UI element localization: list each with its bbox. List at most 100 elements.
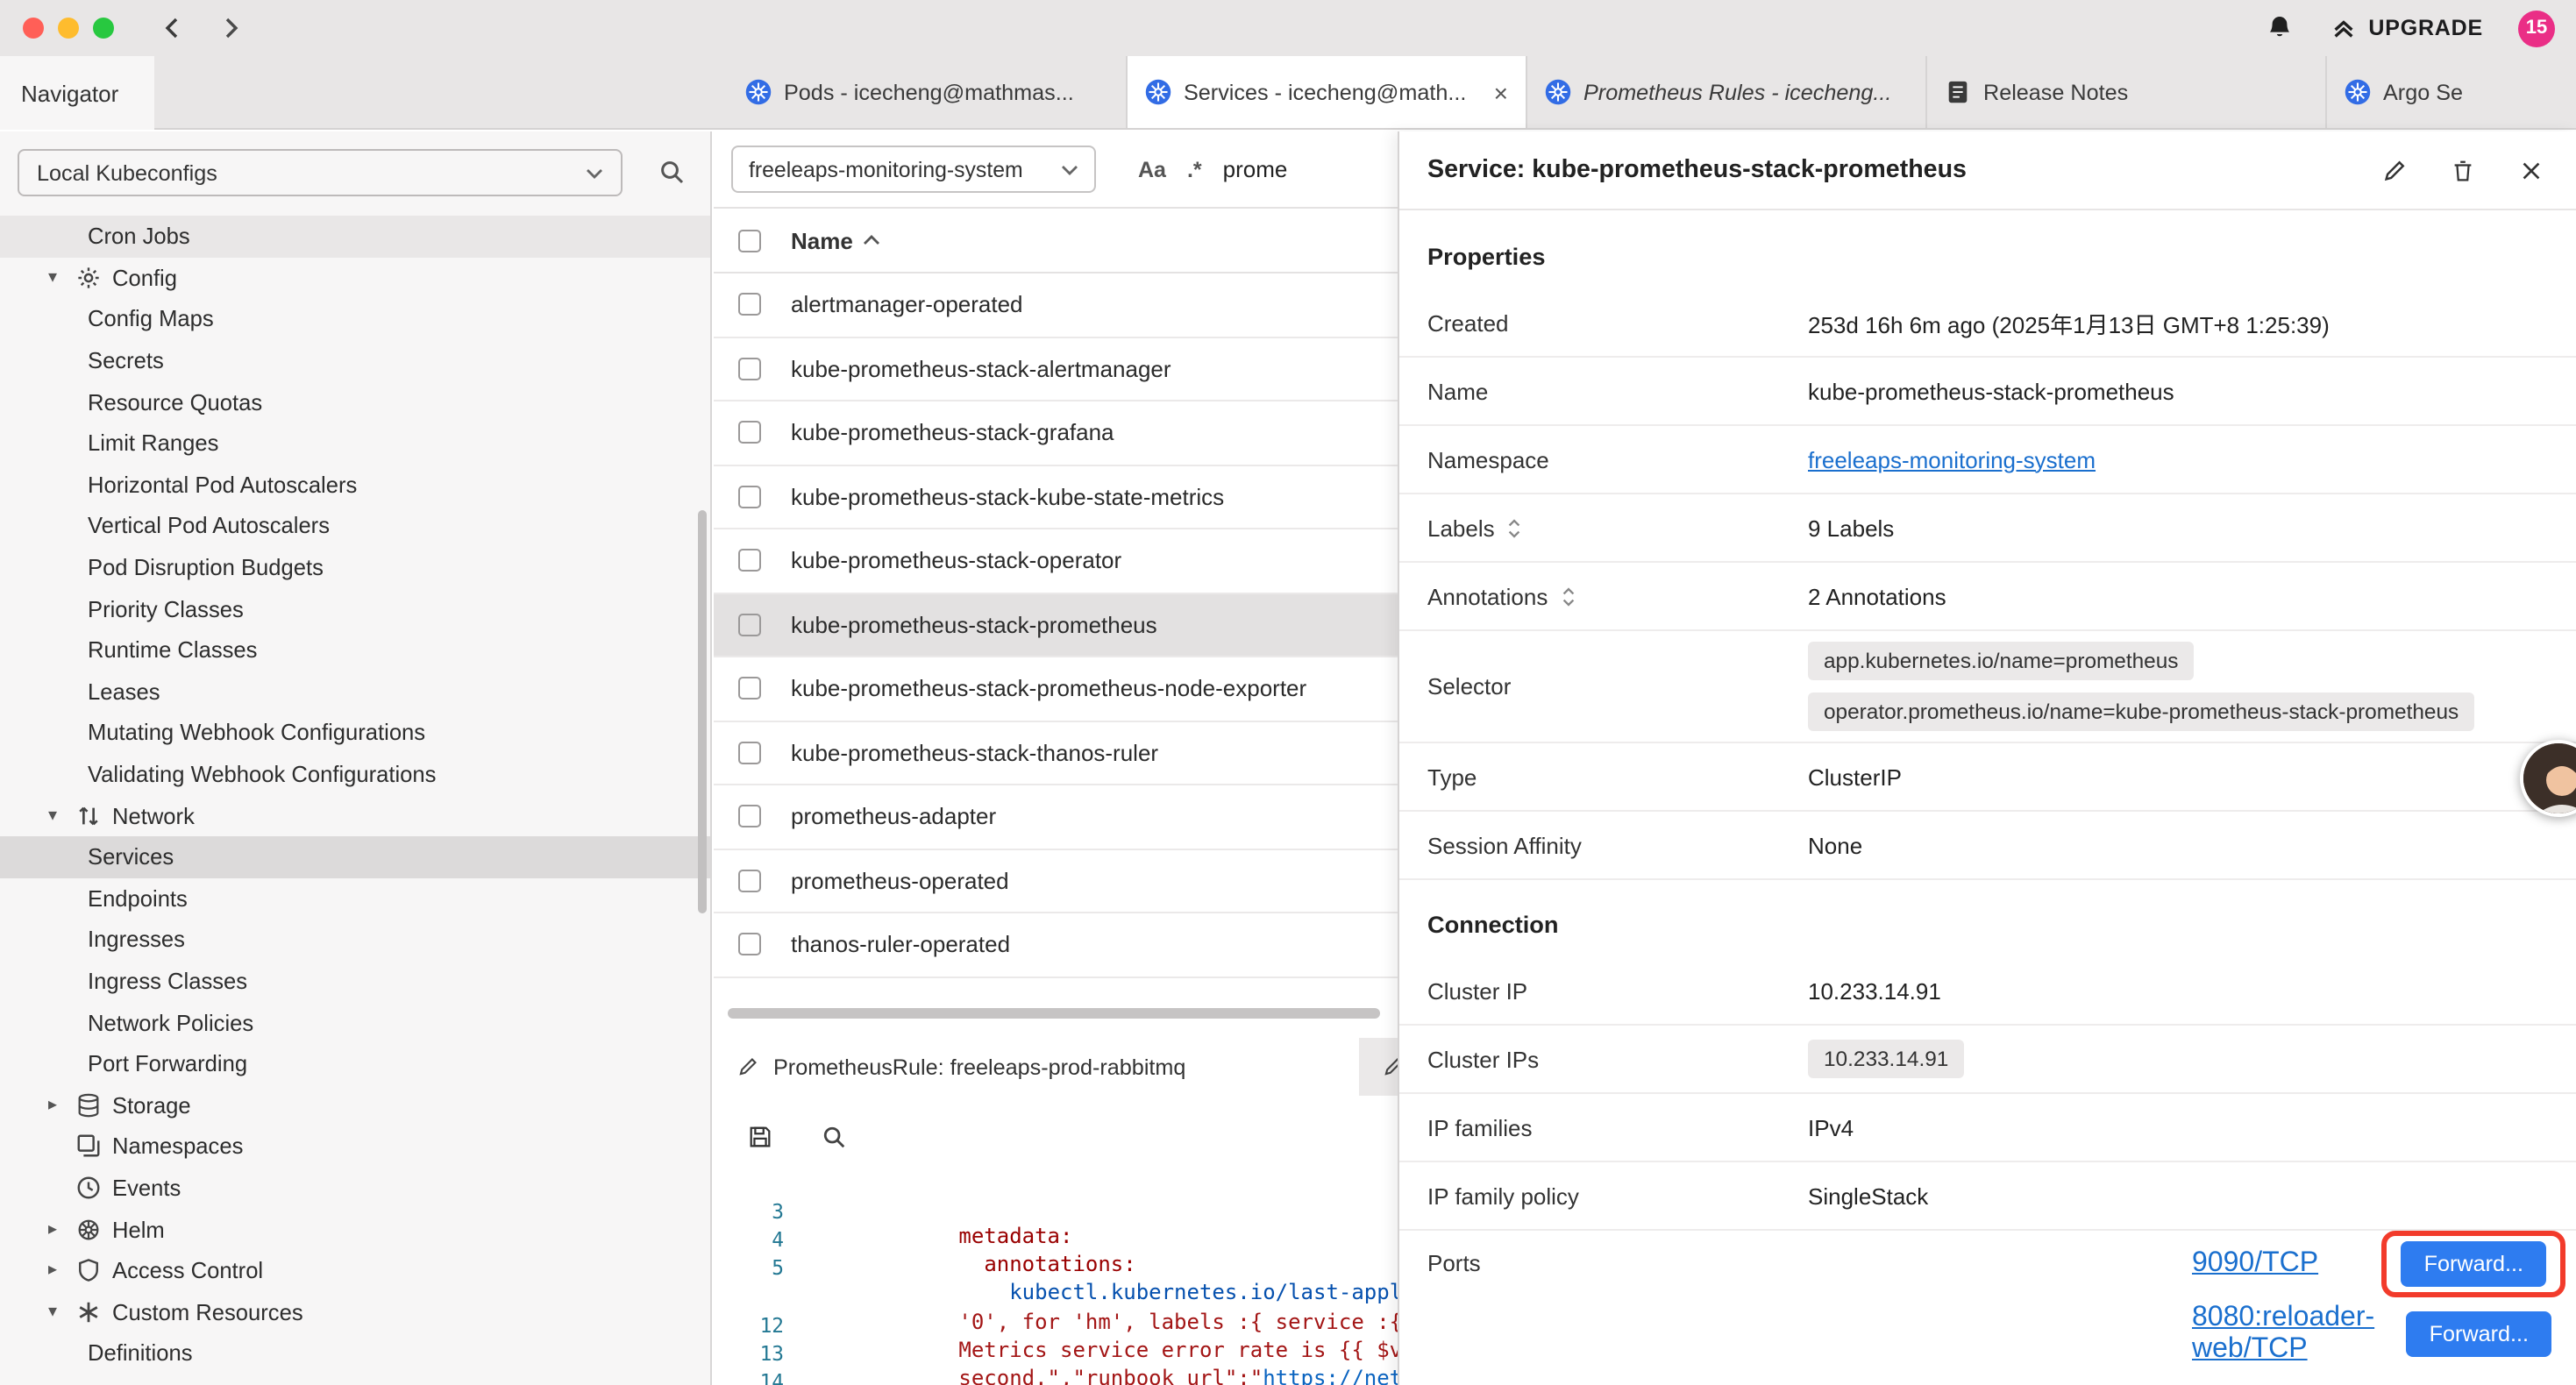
back-button[interactable] [156, 12, 188, 44]
value-link[interactable]: freeleaps-monitoring-system [1808, 446, 2096, 472]
vertical-scrollbar[interactable] [698, 510, 707, 913]
double-chevron-up-icon [2330, 15, 2356, 41]
line-number: 12 [714, 1313, 784, 1338]
property-value: IPv4 [1808, 1114, 1854, 1140]
sidebar-item-icon [74, 801, 102, 829]
editor-tab[interactable]: PrometheusRule: freeleaps-prod-rabbitmq [714, 1038, 1359, 1096]
sidebar-item-label: Leases [88, 678, 160, 705]
filter-search-input[interactable] [1223, 156, 1381, 182]
connection-rows: Cluster IP 10.233.14.91 [1399, 957, 2576, 1366]
row-checkbox[interactable] [738, 678, 761, 700]
sidebar-item[interactable]: Cron Jobs [0, 216, 710, 257]
sidebar-item[interactable]: Runtime Classes [0, 629, 710, 671]
kubeconfig-selector[interactable]: Local Kubeconfigs [18, 149, 623, 196]
sidebar-item[interactable]: Vertical Pod Autoscalers [0, 505, 710, 546]
sidebar-item[interactable]: Definitions [0, 1332, 710, 1374]
navigator-panel-tab[interactable]: Navigator [0, 56, 154, 130]
name-column-header[interactable]: Name [791, 227, 881, 253]
sidebar-item-label: Config [112, 265, 177, 291]
sidebar-item[interactable]: Horizontal Pod Autoscalers [0, 464, 710, 505]
select-all-checkbox[interactable] [738, 229, 761, 252]
sidebar-item[interactable]: Events [0, 1167, 710, 1208]
upgrade-button[interactable]: UPGRADE [2330, 15, 2483, 41]
tab-close-icon[interactable]: × [1494, 80, 1508, 104]
notifications-bell-icon[interactable] [2263, 12, 2295, 44]
regex-toggle[interactable]: .* [1187, 157, 1202, 181]
service-name: kube-prometheus-stack-alertmanager [791, 356, 1171, 382]
sidebar-item[interactable]: Priority Classes [0, 588, 710, 629]
value-chips: 10.233.14.91 [1808, 1029, 2551, 1089]
sidebar-item[interactable]: Namespaces [0, 1126, 710, 1167]
forward-button[interactable]: Forward... [2407, 1310, 2551, 1356]
sidebar-item[interactable]: Network Policies [0, 1002, 710, 1043]
sidebar-item[interactable]: Secrets [0, 340, 710, 381]
sidebar-item[interactable]: Access Control [0, 1250, 710, 1291]
sidebar-item[interactable]: Services [0, 836, 710, 877]
tab[interactable]: Argo Se [2327, 56, 2576, 128]
sidebar-item[interactable]: Mutating Webhook Configurations [0, 712, 710, 753]
row-checkbox[interactable] [738, 422, 761, 444]
tab[interactable]: Prometheus Rules - icecheng... [1527, 56, 1927, 128]
property-row: Cluster IP 10.233.14.91 [1399, 957, 2576, 1026]
connection-heading: Connection [1399, 880, 2576, 957]
zoom-window-button[interactable] [93, 18, 114, 39]
sidebar-item-label: Services [88, 843, 174, 870]
namespace-selector[interactable]: freeleaps-monitoring-system [731, 146, 1096, 193]
sidebar-item[interactable]: Resource Quotas [0, 381, 710, 423]
sidebar-item[interactable]: Validating Webhook Configurations [0, 753, 710, 794]
minimize-window-button[interactable] [58, 18, 79, 39]
sidebar-item[interactable]: Leases [0, 671, 710, 712]
sidebar-item[interactable]: Custom Resources [0, 1291, 710, 1332]
sidebar-item[interactable]: Port Forwarding [0, 1043, 710, 1084]
sidebar-item[interactable]: Storage [0, 1084, 710, 1126]
forward-button[interactable] [216, 12, 247, 44]
row-checkbox[interactable] [738, 486, 761, 508]
delete-icon[interactable] [2450, 157, 2476, 183]
close-window-button[interactable] [23, 18, 44, 39]
chevron-down-icon [586, 167, 603, 178]
sidebar-search-icon[interactable] [658, 158, 686, 186]
horizontal-scrollbar[interactable] [728, 1008, 1380, 1019]
row-checkbox[interactable] [738, 806, 761, 828]
tab[interactable]: Services - icecheng@math... × [1128, 56, 1527, 128]
property-row: IP families IPv4 [1399, 1094, 2576, 1162]
expand-toggle-icon[interactable] [1560, 585, 1576, 607]
chevron-icon [42, 1096, 63, 1115]
row-checkbox[interactable] [738, 358, 761, 380]
tab[interactable]: Pods - icecheng@mathmas... [728, 56, 1128, 128]
notification-count-badge[interactable]: 15 [2518, 10, 2555, 46]
port-link[interactable]: 8080:reloader-web/TCP [2192, 1302, 2407, 1365]
row-checkbox[interactable] [738, 550, 761, 572]
sidebar-item[interactable]: Limit Ranges [0, 423, 710, 464]
sidebar-item[interactable]: Endpoints [0, 877, 710, 919]
property-value: ClusterIP [1808, 764, 1902, 790]
expand-toggle-icon[interactable] [1507, 516, 1523, 539]
row-checkbox[interactable] [738, 614, 761, 636]
sidebar-item-label: Ingress Classes [88, 968, 247, 994]
close-icon[interactable] [2518, 157, 2544, 183]
property-label: Cluster IP [1427, 977, 1527, 1004]
row-checkbox[interactable] [738, 870, 761, 892]
sidebar-item[interactable]: Pod Disruption Budgets [0, 547, 710, 588]
sidebar-item-icon [74, 1133, 102, 1161]
editor-search-icon[interactable] [817, 1120, 849, 1152]
row-checkbox[interactable] [738, 294, 761, 316]
match-case-toggle[interactable]: Aa [1138, 157, 1166, 181]
sidebar-item-label: Ingresses [88, 927, 185, 953]
sidebar-item[interactable]: Ingress Classes [0, 960, 710, 1001]
row-checkbox[interactable] [738, 742, 761, 764]
tab[interactable]: Release Notes [1927, 56, 2327, 128]
sidebar-item[interactable]: Helm [0, 1209, 710, 1250]
port-link[interactable]: 9090/TCP [2192, 1247, 2318, 1279]
save-icon[interactable] [744, 1120, 775, 1152]
sidebar-item-label: Cron Jobs [88, 224, 190, 250]
sidebar-item[interactable]: Config Maps [0, 298, 710, 339]
sidebar-item-label: Limit Ranges [88, 430, 218, 457]
kubeconfig-selector-value: Local Kubeconfigs [37, 160, 217, 185]
sidebar-item[interactable]: Ingresses [0, 919, 710, 960]
forward-button[interactable]: Forward... [2402, 1240, 2546, 1286]
sidebar-item[interactable]: Network [0, 795, 710, 836]
row-checkbox[interactable] [738, 934, 761, 956]
sidebar-item[interactable]: Config [0, 257, 710, 298]
edit-icon[interactable] [2381, 157, 2408, 183]
